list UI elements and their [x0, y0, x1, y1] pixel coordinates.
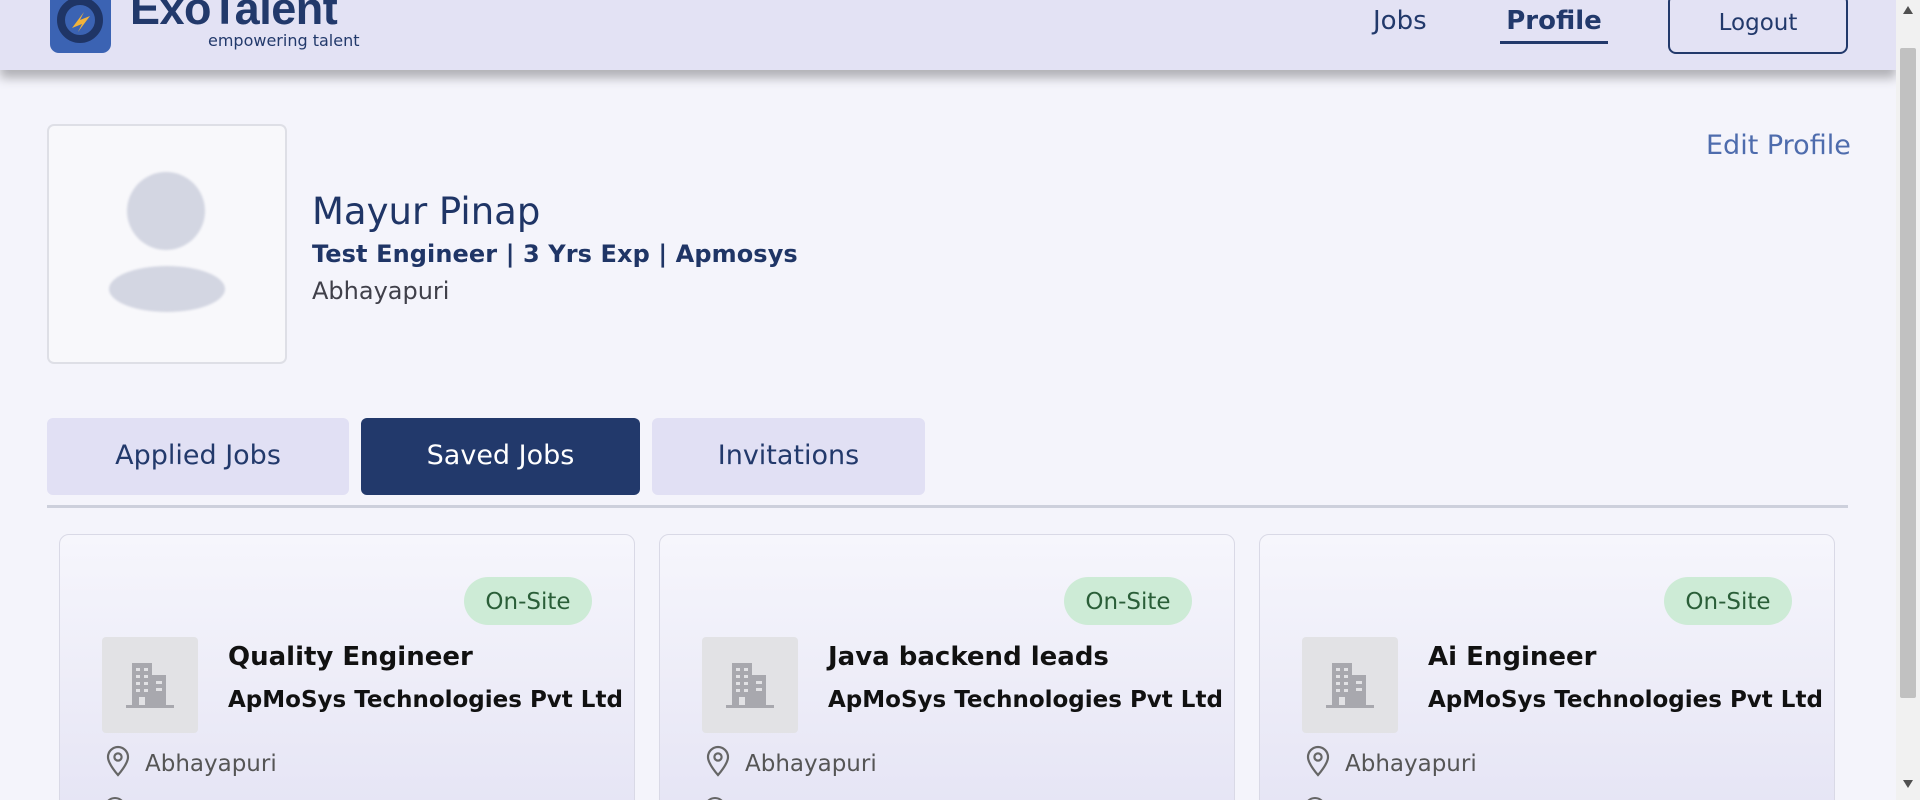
- profile-name: Mayur Pinap: [312, 190, 541, 233]
- exotalent-logo-icon[interactable]: [50, 0, 111, 53]
- profile-location: Abhayapuri: [312, 277, 450, 305]
- nav-jobs-link[interactable]: Jobs: [1373, 6, 1427, 36]
- tab-applied-jobs[interactable]: Applied Jobs: [47, 418, 349, 495]
- tab-saved-jobs[interactable]: Saved Jobs: [361, 418, 640, 495]
- tabs-divider: [47, 505, 1848, 508]
- job-location: Abhayapuri: [145, 751, 277, 777]
- building-icon: [126, 663, 174, 708]
- job-company: ApMoSys Technologies Pvt Ltd: [1428, 687, 1823, 713]
- edit-profile-link[interactable]: Edit Profile: [1706, 130, 1851, 161]
- job-card[interactable]: On-Site Ai Engineer ApMoSys Technologies…: [1259, 534, 1835, 800]
- profile-avatar[interactable]: [47, 124, 287, 364]
- tab-invitations[interactable]: Invitations: [652, 418, 925, 495]
- job-location: Abhayapuri: [1345, 751, 1477, 777]
- map-pin-icon: [706, 745, 730, 777]
- avatar-head-shape: [127, 172, 205, 250]
- job-location: Abhayapuri: [745, 751, 877, 777]
- job-title[interactable]: Java backend leads: [828, 642, 1109, 672]
- work-mode-badge: On-Site: [1064, 577, 1192, 625]
- job-title[interactable]: Ai Engineer: [1428, 642, 1596, 672]
- logout-button[interactable]: Logout: [1668, 0, 1848, 54]
- scrollbar-thumb[interactable]: [1900, 48, 1916, 698]
- building-icon: [726, 663, 774, 708]
- company-logo: [1302, 637, 1398, 733]
- scroll-up-arrow-icon[interactable]: [1903, 6, 1913, 14]
- page-scrollbar[interactable]: [1896, 0, 1920, 800]
- profile-headline: Test Engineer | 3 Yrs Exp | Apmosys: [312, 240, 798, 268]
- avatar-body-shape: [109, 266, 225, 312]
- nav-profile-link[interactable]: Profile: [1500, 6, 1608, 44]
- job-title[interactable]: Quality Engineer: [228, 642, 473, 672]
- job-company: ApMoSys Technologies Pvt Ltd: [828, 687, 1223, 713]
- company-logo: [102, 637, 198, 733]
- map-pin-icon: [106, 745, 130, 777]
- brand-name[interactable]: ExoTalent: [130, 0, 338, 31]
- brand-tagline: empowering talent: [208, 31, 360, 50]
- job-company: ApMoSys Technologies Pvt Ltd: [228, 687, 623, 713]
- scroll-down-arrow-icon[interactable]: [1903, 780, 1913, 788]
- building-icon: [1326, 663, 1374, 708]
- job-card[interactable]: On-Site Quality Engineer ApMoSys Technol…: [59, 534, 635, 800]
- profile-page: ExoTalent empowering talent Jobs Profile…: [0, 0, 1896, 800]
- job-card[interactable]: On-Site Java backend leads ApMoSys Techn…: [659, 534, 1235, 800]
- top-header: ExoTalent empowering talent Jobs Profile…: [0, 0, 1896, 70]
- map-pin-icon: [1306, 745, 1330, 777]
- company-logo: [702, 637, 798, 733]
- work-mode-badge: On-Site: [464, 577, 592, 625]
- work-mode-badge: On-Site: [1664, 577, 1792, 625]
